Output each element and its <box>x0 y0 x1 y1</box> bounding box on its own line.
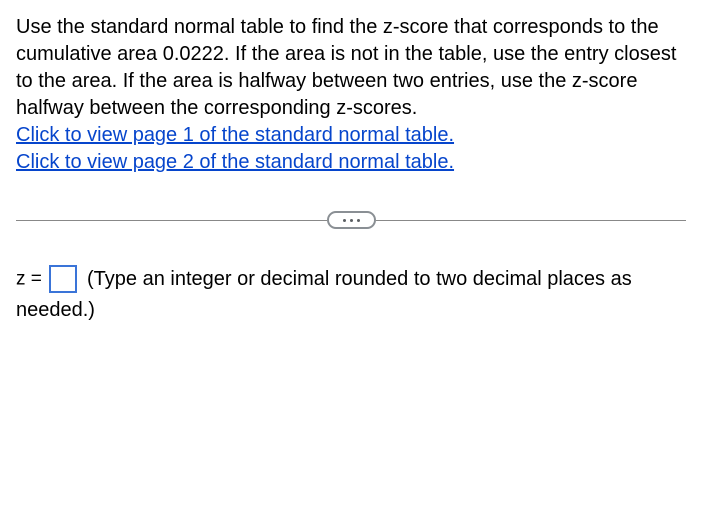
question-text: Use the standard normal table to find th… <box>16 16 676 119</box>
expand-toggle-button[interactable] <box>327 211 376 229</box>
answer-hint: (Type an integer or decimal rounded to t… <box>16 268 632 321</box>
link-normal-table-page-2[interactable]: Click to view page 2 of the standard nor… <box>16 151 454 173</box>
divider-line-right <box>376 220 687 221</box>
link-normal-table-page-1[interactable]: Click to view page 1 of the standard nor… <box>16 124 454 146</box>
ellipsis-icon <box>357 219 360 222</box>
z-equals-label: z = <box>16 268 42 289</box>
ellipsis-icon <box>343 219 346 222</box>
section-divider <box>16 210 686 230</box>
z-score-input[interactable] <box>49 265 77 293</box>
divider-line-left <box>16 220 327 221</box>
ellipsis-icon <box>350 219 353 222</box>
